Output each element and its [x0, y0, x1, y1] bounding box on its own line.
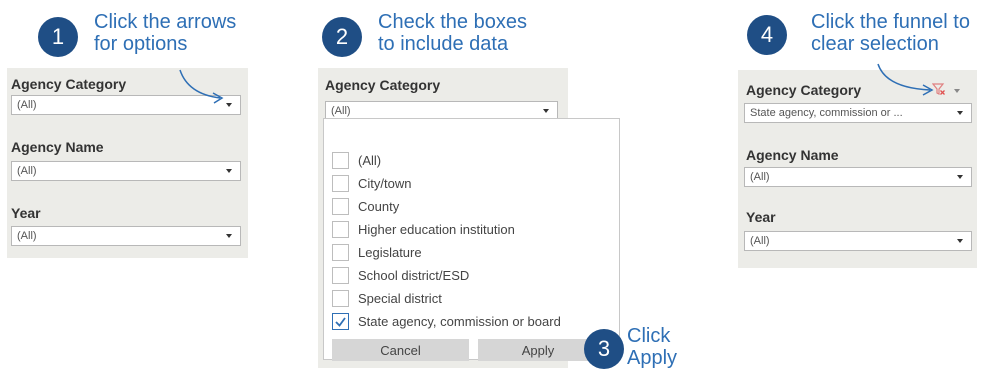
- dropdown-value: (All): [17, 165, 37, 177]
- year-dropdown[interactable]: (All): [11, 226, 241, 246]
- step-1-badge: 1: [38, 17, 78, 57]
- options-popup: (All) City/town County Higher education …: [323, 118, 620, 361]
- option-label: State agency, commission or board: [358, 313, 561, 329]
- option-label: Higher education institution: [358, 221, 515, 237]
- chevron-down-icon[interactable]: [957, 175, 963, 179]
- filter-label-agency-category: Agency Category: [746, 82, 862, 98]
- option-label: County: [358, 198, 400, 214]
- step-2-badge: 2: [322, 17, 362, 57]
- search-input[interactable]: [330, 123, 615, 141]
- option-label: City/town: [358, 175, 412, 191]
- option-school-district-esd[interactable]: School district/ESD: [332, 264, 469, 286]
- year-dropdown[interactable]: (All): [744, 231, 972, 251]
- option-label: (All): [358, 152, 382, 168]
- step-2-instruction: Check the boxes to include data: [378, 11, 527, 55]
- checkbox[interactable]: [332, 220, 349, 238]
- option-higher-education-institution[interactable]: Higher education institution: [332, 218, 515, 240]
- checkbox[interactable]: [332, 197, 349, 215]
- step-4-instruction: Click the funnel to clear selection: [811, 11, 970, 55]
- dropdown-value: (All): [750, 171, 770, 183]
- filter-panel-selected: Agency Category State agency, commission…: [738, 70, 977, 268]
- step-4-badge: 4: [747, 15, 787, 55]
- options-list: (All) City/town County Higher education …: [332, 149, 617, 332]
- agency-category-dropdown[interactable]: State agency, commission or ...: [744, 103, 972, 123]
- agency-name-dropdown[interactable]: (All): [744, 167, 972, 187]
- option-legislature[interactable]: Legislature: [332, 241, 422, 263]
- checkbox[interactable]: [332, 266, 349, 284]
- checkbox[interactable]: [332, 151, 349, 169]
- checkbox-checked[interactable]: [332, 312, 349, 330]
- chevron-down-icon[interactable]: [226, 169, 232, 173]
- chevron-down-icon[interactable]: [543, 109, 549, 113]
- checkmark-icon: [335, 316, 346, 327]
- filter-label-agency-category: Agency Category: [325, 77, 441, 93]
- pointer-arrow-icon: [179, 69, 224, 104]
- filter-label-agency-name: Agency Name: [746, 147, 839, 163]
- checkbox[interactable]: [332, 289, 349, 307]
- checkbox[interactable]: [332, 174, 349, 192]
- apply-button[interactable]: Apply: [478, 339, 598, 361]
- option-county[interactable]: County: [332, 195, 399, 217]
- pointer-arrow-icon: [877, 63, 934, 96]
- chevron-down-icon[interactable]: [226, 234, 232, 238]
- step-1-instruction: Click the arrows for options: [94, 11, 237, 55]
- dropdown-value: (All): [750, 235, 770, 247]
- filter-label-agency-name: Agency Name: [11, 139, 104, 155]
- option-special-district[interactable]: Special district: [332, 287, 442, 309]
- chevron-down-icon[interactable]: [954, 89, 960, 93]
- filter-label-agency-category: Agency Category: [11, 76, 127, 92]
- option-all[interactable]: (All): [332, 149, 381, 171]
- chevron-down-icon[interactable]: [957, 239, 963, 243]
- dropdown-value: State agency, commission or ...: [750, 107, 903, 119]
- filter-label-year: Year: [11, 205, 41, 221]
- option-state-agency[interactable]: State agency, commission or board: [332, 310, 561, 332]
- step-3-instruction: Click Apply: [627, 325, 678, 369]
- dropdown-value: (All): [17, 230, 37, 242]
- option-label: Special district: [358, 290, 442, 306]
- option-city-town[interactable]: City/town: [332, 172, 411, 194]
- chevron-down-icon[interactable]: [957, 111, 963, 115]
- dropdown-value: (All): [331, 105, 351, 117]
- option-label: Legislature: [358, 244, 422, 260]
- checkbox[interactable]: [332, 243, 349, 261]
- cancel-button[interactable]: Cancel: [332, 339, 469, 361]
- agency-name-dropdown[interactable]: (All): [11, 161, 241, 181]
- step-3-badge: 3: [584, 329, 624, 369]
- filter-label-year: Year: [746, 209, 776, 225]
- option-label: School district/ESD: [358, 267, 470, 283]
